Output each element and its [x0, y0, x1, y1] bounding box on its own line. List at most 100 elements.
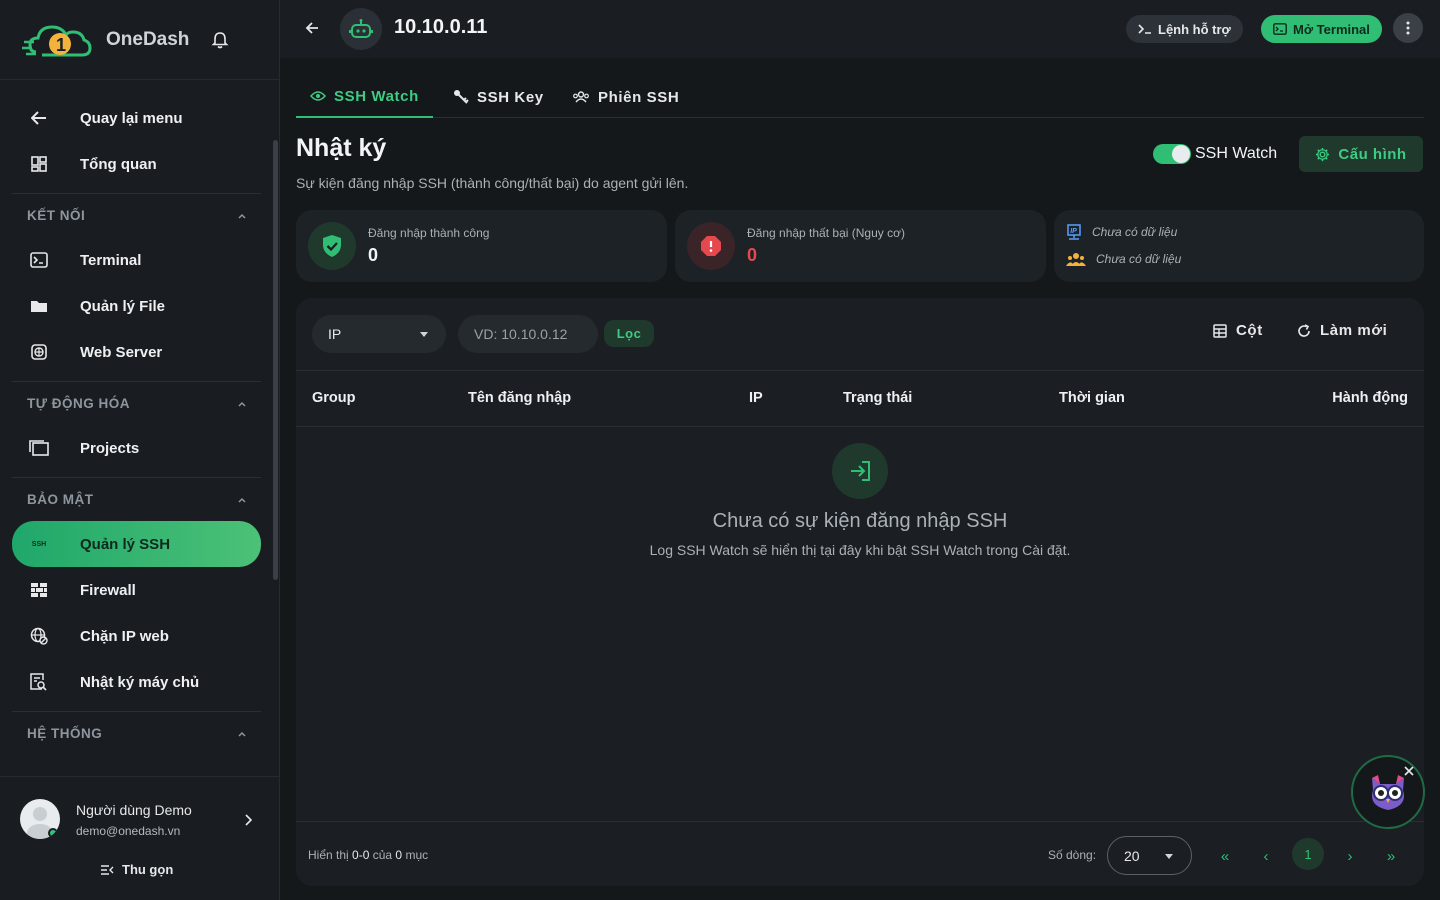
- sidebar-item-web-server[interactable]: Web Server: [12, 329, 261, 375]
- ssh-watch-toggle[interactable]: [1153, 144, 1191, 164]
- chevron-right-icon[interactable]: [243, 814, 253, 826]
- log-search-icon: [28, 671, 50, 693]
- key-icon: [454, 90, 469, 104]
- refresh-icon: [1298, 323, 1310, 337]
- bell-icon[interactable]: [211, 31, 229, 49]
- tab-ssh-key[interactable]: SSH Key: [439, 76, 558, 118]
- more-vertical-icon: [1406, 21, 1410, 35]
- tab-ssh-sessions[interactable]: Phiên SSH: [558, 76, 693, 118]
- sidebar-item-overview[interactable]: Tổng quan: [12, 141, 261, 187]
- topbar: 10.10.0.11 Lệnh hỗ trợ Mở Terminal: [280, 0, 1440, 58]
- collapse-button[interactable]: Thu gọn: [100, 862, 173, 877]
- gear-icon: [1316, 147, 1330, 161]
- host-title: 10.10.0.11: [394, 16, 488, 38]
- terminal-icon: [28, 249, 50, 271]
- columns-button[interactable]: Cột: [1213, 322, 1263, 339]
- column-header[interactable]: Group: [312, 390, 356, 406]
- sidebar-item-label: Tổng quan: [80, 155, 157, 173]
- tab-label: SSH Key: [477, 88, 544, 106]
- sidebar-item-firewall[interactable]: Firewall: [12, 567, 261, 613]
- section-title: HỆ THỐNG: [27, 726, 103, 741]
- more-options-button[interactable]: [1393, 13, 1423, 43]
- column-header[interactable]: Trạng thái: [843, 390, 912, 406]
- table-header: Group Tên đăng nhập IP Trạng thái Thời g…: [296, 370, 1424, 427]
- apply-filter-button[interactable]: Lọc: [604, 320, 654, 347]
- columns-label: Cột: [1236, 322, 1263, 339]
- sidebar-item-label: Nhật ký máy chủ: [80, 673, 200, 691]
- open-terminal-label: Mở Terminal: [1293, 21, 1370, 37]
- alert-icon: [687, 222, 735, 270]
- arrow-left-icon: [28, 107, 50, 129]
- help-commands-button[interactable]: Lệnh hỗ trợ: [1126, 15, 1243, 43]
- section-connect[interactable]: KẾT NỐI: [12, 193, 261, 237]
- login-icon: [832, 443, 888, 499]
- filter-field-select[interactable]: IP: [312, 315, 446, 353]
- sidebar-item-server-logs[interactable]: Nhật ký máy chủ: [12, 659, 261, 705]
- dashboard-icon: [28, 153, 50, 175]
- first-page-button[interactable]: «: [1213, 844, 1237, 868]
- stat-value: 0: [747, 245, 758, 265]
- user-name: Người dùng Demo: [76, 802, 192, 818]
- avatar[interactable]: [20, 799, 60, 839]
- column-header[interactable]: IP: [749, 390, 763, 406]
- sidebar-scrollbar[interactable]: [273, 140, 278, 580]
- column-header[interactable]: Tên đăng nhập: [468, 390, 571, 406]
- tab-label: SSH Watch: [334, 87, 419, 105]
- last-page-button[interactable]: »: [1379, 844, 1403, 868]
- help-commands-label: Lệnh hỗ trợ: [1158, 21, 1231, 37]
- ip-filter-input[interactable]: [458, 315, 598, 353]
- sidebar-item-label: Quay lại menu: [80, 109, 183, 127]
- chevron-up-icon: [238, 213, 246, 219]
- projects-icon: [28, 437, 50, 459]
- showing-of: của: [372, 848, 393, 862]
- section-system[interactable]: HỆ THỐNG: [12, 711, 261, 755]
- close-icon[interactable]: [1403, 765, 1415, 777]
- stat-label: Đăng nhập thành công: [368, 226, 490, 240]
- empty-state-subtitle: Log SSH Watch sẽ hiển thị tại đây khi bậ…: [649, 542, 1071, 558]
- section-security[interactable]: BẢO MẬT: [12, 477, 261, 521]
- sidebar-item-label: Chặn IP web: [80, 627, 169, 645]
- ssh-badge: SSH: [31, 540, 47, 548]
- column-header[interactable]: Thời gian: [1059, 390, 1125, 406]
- section-automation[interactable]: TỰ ĐỘNG HÓA: [12, 381, 261, 425]
- next-page-button[interactable]: ›: [1338, 844, 1362, 868]
- toggle-knob: [1172, 145, 1190, 163]
- page-number-button[interactable]: 1: [1292, 838, 1324, 870]
- brand: 1 OneDash: [0, 0, 279, 80]
- stat-label: Đăng nhập thất bại (Nguy cơ): [747, 226, 905, 240]
- onedash-logo[interactable]: 1: [22, 18, 92, 62]
- caret-down-icon: [420, 332, 428, 337]
- terminal-prompt-icon: [1138, 24, 1151, 34]
- sidebar-item-back[interactable]: Quay lại menu: [12, 95, 261, 141]
- config-button[interactable]: Cấu hình: [1299, 136, 1423, 172]
- arrow-left-icon[interactable]: [304, 20, 320, 36]
- info-text: Chưa có dữ liệu: [1096, 252, 1182, 266]
- globe-block-icon: [28, 625, 50, 647]
- svg-text:IP: IP: [1070, 228, 1077, 235]
- page-title: Nhật ký: [296, 134, 387, 162]
- rows-per-page-select[interactable]: 20: [1107, 836, 1192, 875]
- refresh-button[interactable]: Làm mới: [1297, 322, 1387, 339]
- sidebar-item-block-ip-web[interactable]: Chặn IP web: [12, 613, 261, 659]
- ssh-tabs: SSH Watch SSH Key Phiên SSH: [296, 76, 1424, 118]
- prev-page-button[interactable]: ‹: [1254, 844, 1278, 868]
- ssh-watch-toggle-label: SSH Watch: [1195, 145, 1278, 162]
- eye-icon: [310, 91, 326, 101]
- page-subtitle: Sự kiện đăng nhập SSH (thành công/thất b…: [296, 175, 689, 191]
- user-email: demo@onedash.vn: [76, 824, 181, 838]
- section-title: BẢO MẬT: [27, 492, 94, 507]
- sidebar-item-terminal[interactable]: Terminal: [12, 237, 261, 283]
- log-table-panel: IP Lọc Cột Làm mới Group Tên đăng nhập I…: [296, 298, 1424, 886]
- chevron-up-icon: [238, 497, 246, 503]
- user-panel[interactable]: Người dùng Demo demo@onedash.vn Thu gọn: [0, 776, 279, 900]
- column-header[interactable]: Hành động: [1332, 390, 1408, 406]
- sidebar-item-ssh-management[interactable]: SSH Quản lý SSH: [12, 521, 261, 567]
- tab-ssh-watch[interactable]: SSH Watch: [296, 76, 433, 118]
- sidebar-item-label: Quản lý File: [80, 297, 166, 315]
- sidebar-item-file-manager[interactable]: Quản lý File: [12, 283, 261, 329]
- sidebar-item-projects[interactable]: Projects: [12, 425, 261, 471]
- info-row: IP Chưa có dữ liệu: [1066, 224, 1177, 240]
- ip-address-icon: IP: [1067, 224, 1081, 240]
- open-terminal-button[interactable]: Mở Terminal: [1261, 15, 1382, 43]
- online-status-dot: [48, 828, 58, 838]
